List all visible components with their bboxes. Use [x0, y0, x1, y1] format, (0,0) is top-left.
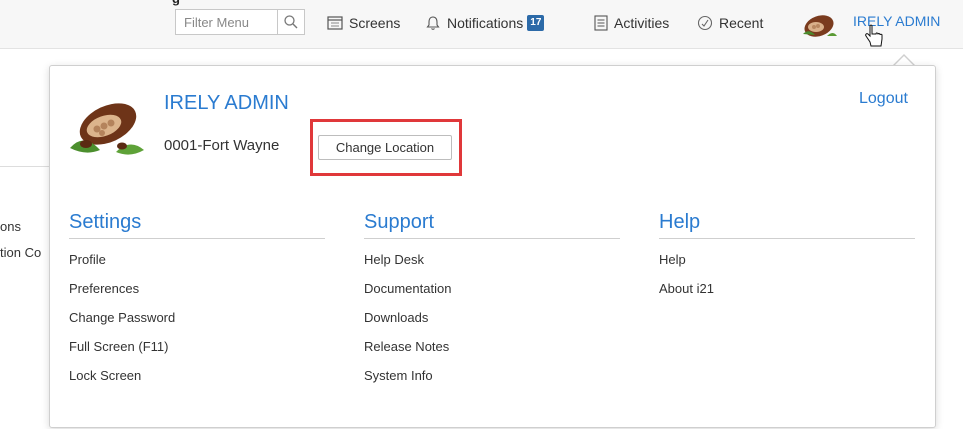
filter-menu-input[interactable] [176, 10, 284, 34]
help-title: Help [659, 211, 915, 239]
settings-item-full-screen[interactable]: Full Screen (F11) [69, 339, 325, 368]
settings-item-lock-screen[interactable]: Lock Screen [69, 368, 325, 397]
activities-icon [594, 15, 608, 31]
logout-link[interactable]: Logout [859, 90, 908, 108]
support-item-release-notes[interactable]: Release Notes [364, 339, 620, 368]
screens-label: Screens [349, 15, 401, 31]
change-location-button[interactable]: Change Location [318, 135, 452, 160]
support-item-documentation[interactable]: Documentation [364, 281, 620, 310]
hand-cursor-icon [865, 24, 883, 47]
support-item-system-info[interactable]: System Info [364, 368, 620, 397]
settings-list: Profile Preferences Change Password Full… [69, 252, 325, 397]
settings-item-change-password[interactable]: Change Password [69, 310, 325, 339]
clock-icon [697, 15, 713, 31]
top-toolbar: g Screens Notifications 17 [0, 0, 963, 49]
user-dropdown-panel: IRELY ADMIN 0001-Fort Wayne Change Locat… [49, 65, 936, 428]
notifications-button[interactable]: Notifications 17 [425, 13, 545, 33]
support-item-downloads[interactable]: Downloads [364, 310, 620, 339]
background-menu-text-1: ons [0, 219, 21, 234]
activities-button[interactable]: Activities [594, 13, 669, 33]
search-button[interactable] [277, 10, 304, 34]
support-item-help-desk[interactable]: Help Desk [364, 252, 620, 281]
support-list: Help Desk Documentation Downloads Releas… [364, 252, 620, 397]
help-section: Help Help About i21 [659, 211, 915, 310]
help-item-about[interactable]: About i21 [659, 281, 915, 310]
filter-menu-box [175, 9, 305, 35]
help-item-help[interactable]: Help [659, 252, 915, 281]
background-divider [0, 166, 50, 167]
background-menu-text-2: tion Co [0, 245, 42, 260]
screens-button[interactable]: Screens [327, 13, 400, 33]
recent-label: Recent [719, 15, 764, 31]
clipped-heading: g [172, 0, 180, 6]
support-title: Support [364, 211, 620, 239]
user-name: IRELY ADMIN [164, 92, 289, 114]
user-photo [70, 103, 144, 155]
search-icon [284, 15, 298, 29]
recent-button[interactable]: Recent [697, 13, 763, 33]
user-avatar[interactable] [797, 8, 841, 40]
settings-item-preferences[interactable]: Preferences [69, 281, 325, 310]
notifications-count-badge: 17 [527, 15, 545, 31]
screens-icon [327, 16, 343, 30]
user-location: 0001-Fort Wayne [164, 137, 280, 154]
help-list: Help About i21 [659, 252, 915, 310]
activities-label: Activities [614, 15, 670, 31]
support-section: Support Help Desk Documentation Download… [364, 211, 620, 397]
settings-title: Settings [69, 211, 325, 239]
bell-icon [426, 16, 440, 30]
notifications-label: Notifications [447, 15, 524, 31]
settings-section: Settings Profile Preferences Change Pass… [69, 211, 325, 397]
settings-item-profile[interactable]: Profile [69, 252, 325, 281]
